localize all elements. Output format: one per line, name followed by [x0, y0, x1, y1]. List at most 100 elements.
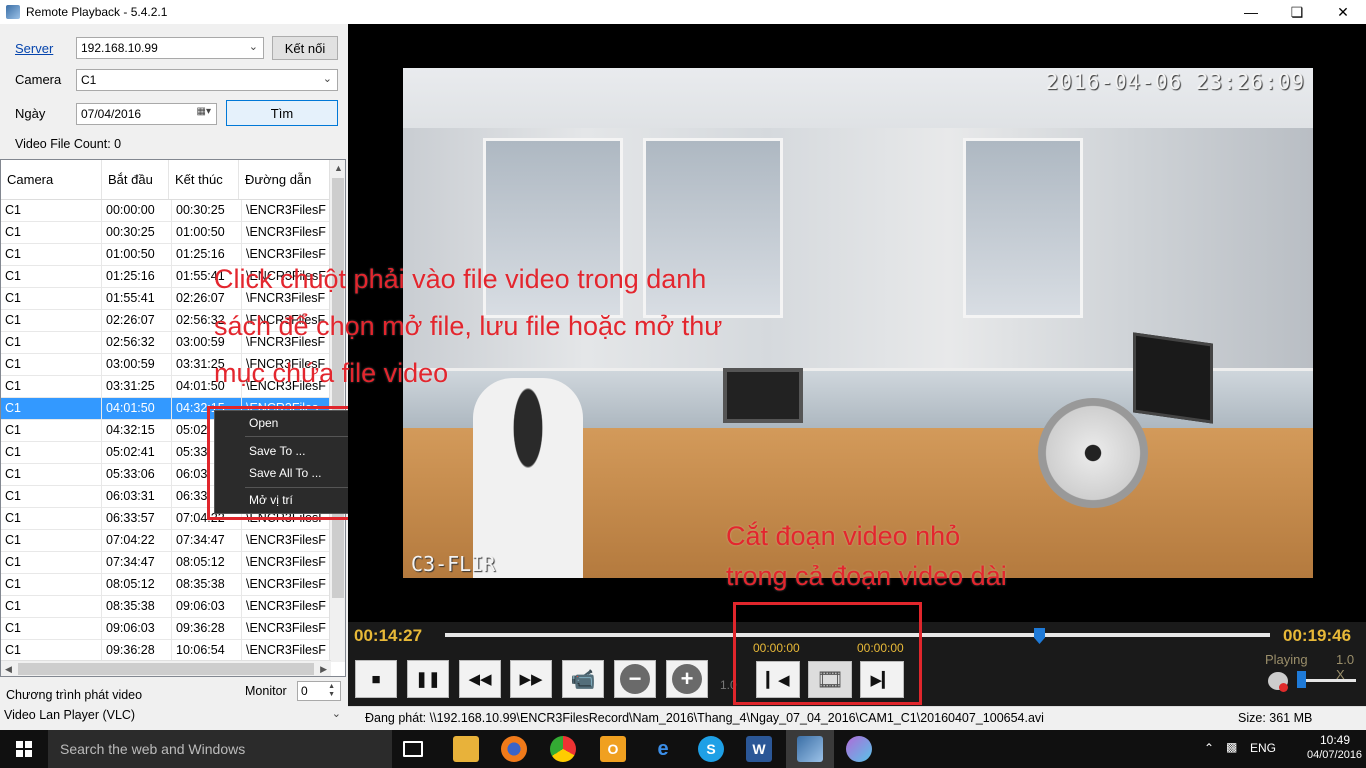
table-cell: 00:30:25 — [172, 200, 242, 221]
date-picker[interactable]: 07/04/2016 ▦▾ — [76, 103, 217, 125]
video-scene — [1038, 398, 1148, 508]
fast-forward-button[interactable]: ▶▶ — [510, 660, 552, 698]
highlight-context-menu — [207, 406, 364, 520]
chrome-icon[interactable] — [550, 736, 576, 762]
rewind-button[interactable]: ◀◀ — [459, 660, 501, 698]
annotation-cut: Cắt đoạn video nhỏ trong cả đoạn video d… — [726, 516, 1007, 596]
table-cell: 06:03:31 — [102, 486, 172, 507]
stop-icon: ■ — [371, 670, 381, 688]
stop-button[interactable]: ■ — [355, 660, 397, 698]
scroll-up-icon[interactable]: ▲ — [334, 163, 343, 173]
clock-date[interactable]: 04/07/2016 — [1307, 749, 1362, 761]
table-row[interactable]: C1 00:00:00 00:30:25 \ENCR3FilesF — [1, 200, 331, 222]
camera-label: Camera — [15, 72, 62, 87]
network-icon[interactable]: ▩ — [1226, 740, 1237, 754]
table-row[interactable]: C1 08:35:38 09:06:03 \ENCR3FilesF — [1, 596, 331, 618]
word-icon[interactable]: W — [746, 736, 772, 762]
task-view-icon[interactable] — [403, 741, 423, 757]
annotation-right-click: Click chuột phải vào file video trong da… — [214, 256, 722, 397]
video-scene — [723, 368, 803, 423]
playback-status: Playing — [1265, 652, 1308, 667]
table-cell: C1 — [1, 288, 102, 309]
scroll-right-icon[interactable]: ▶ — [320, 664, 327, 675]
server-link[interactable]: Server — [15, 41, 53, 56]
camera-icon: 📹 — [570, 668, 596, 691]
chevron-down-icon: ⌄ — [248, 41, 258, 53]
video-scene — [473, 378, 583, 578]
clock-time[interactable]: 10:49 — [1320, 733, 1350, 747]
horizontal-scrollbar[interactable]: ◀ ▶ — [1, 660, 331, 676]
monitor-label: Monitor — [245, 684, 287, 698]
file-explorer-icon[interactable] — [453, 736, 479, 762]
table-cell: C1 — [1, 596, 102, 617]
connect-button[interactable]: Kết nối — [272, 36, 338, 60]
taskbar-search[interactable]: Search the web and Windows — [48, 730, 392, 768]
minimize-button[interactable]: — — [1228, 0, 1274, 24]
zoom-out-button[interactable]: − — [614, 660, 656, 698]
server-combo[interactable]: 192.168.10.99 ⌄ — [76, 37, 264, 59]
table-cell: C1 — [1, 530, 102, 551]
plus-icon: + — [672, 664, 702, 694]
pause-button[interactable]: ❚❚ — [407, 660, 449, 698]
table-cell: C1 — [1, 618, 102, 639]
file-count: Video File Count: 0 — [15, 137, 122, 151]
tray-chevron-icon[interactable]: ⌃ — [1204, 741, 1214, 755]
table-cell: C1 — [1, 420, 102, 441]
skype-icon[interactable]: S — [698, 736, 724, 762]
column-start[interactable]: Bắt đầu — [102, 160, 169, 199]
search-button[interactable]: Tìm — [226, 100, 338, 126]
table-cell: \ENCR3FilesF — [242, 530, 331, 551]
snapshot-button[interactable]: 📹 — [562, 660, 604, 698]
player-combo[interactable]: Video Lan Player (VLC) ⌄ — [0, 705, 346, 727]
table-row[interactable]: C1 07:34:47 08:05:12 \ENCR3FilesF — [1, 552, 331, 574]
table-cell: C1 — [1, 354, 102, 375]
remote-playback-icon[interactable] — [797, 736, 823, 762]
scroll-thumb[interactable] — [18, 663, 314, 675]
video-camera-label: C3-FLIR — [411, 552, 496, 576]
table-cell: C1 — [1, 266, 102, 287]
start-button[interactable] — [0, 730, 48, 768]
close-button[interactable]: ✕ — [1320, 0, 1366, 24]
player-label: Chương trình phát video — [6, 688, 143, 702]
table-cell: 09:36:28 — [172, 618, 242, 639]
volume-slider[interactable] — [1300, 679, 1356, 682]
table-cell: C1 — [1, 376, 102, 397]
table-row[interactable]: C1 00:30:25 01:00:50 \ENCR3FilesF — [1, 222, 331, 244]
table-cell: C1 — [1, 486, 102, 507]
column-end[interactable]: Kết thúc — [169, 160, 239, 199]
firefox-icon[interactable] — [501, 736, 527, 762]
monitor-stepper[interactable]: 0 ▲ ▼ — [297, 681, 341, 701]
paint-icon[interactable] — [846, 736, 872, 762]
fast-forward-icon: ▶▶ — [519, 671, 543, 688]
outlook-icon[interactable]: O — [600, 736, 626, 762]
table-cell: C1 — [1, 442, 102, 463]
table-cell: \ENCR3FilesF — [242, 222, 331, 243]
table-row[interactable]: C1 07:04:22 07:34:47 \ENCR3FilesF — [1, 530, 331, 552]
column-path[interactable]: Đường dẫn — [239, 160, 331, 199]
language-indicator[interactable]: ENG — [1250, 741, 1276, 755]
table-cell: 02:56:32 — [102, 332, 172, 353]
app-icon — [6, 5, 20, 19]
window-title: Remote Playback - 5.4.2.1 — [26, 5, 168, 19]
zoom-in-button[interactable]: + — [666, 660, 708, 698]
table-cell: 09:06:03 — [102, 618, 172, 639]
maximize-button[interactable]: ❏ — [1274, 0, 1320, 24]
scroll-left-icon[interactable]: ◀ — [5, 664, 12, 675]
table-cell: 04:01:50 — [102, 398, 172, 419]
calendar-icon[interactable]: ▦▾ — [197, 106, 211, 117]
volume-handle[interactable] — [1297, 671, 1306, 688]
table-row[interactable]: C1 08:05:12 08:35:38 \ENCR3FilesF — [1, 574, 331, 596]
table-cell: 08:35:38 — [172, 574, 242, 595]
table-cell: C1 — [1, 640, 102, 661]
table-row[interactable]: C1 09:06:03 09:36:28 \ENCR3FilesF — [1, 618, 331, 640]
table-cell: 08:05:12 — [102, 574, 172, 595]
column-camera[interactable]: Camera — [1, 160, 102, 199]
table-cell: C1 — [1, 332, 102, 353]
current-time: 00:14:27 — [354, 626, 423, 645]
camera-combo[interactable]: C1 ⌄ — [76, 69, 338, 91]
mute-badge-icon — [1279, 683, 1288, 692]
table-row[interactable]: C1 09:36:28 10:06:54 \ENCR3FilesF — [1, 640, 331, 662]
table-cell: 05:33:06 — [102, 464, 172, 485]
stepper-arrows-icon[interactable]: ▲ ▼ — [328, 683, 335, 699]
edge-icon[interactable]: e — [650, 736, 676, 762]
